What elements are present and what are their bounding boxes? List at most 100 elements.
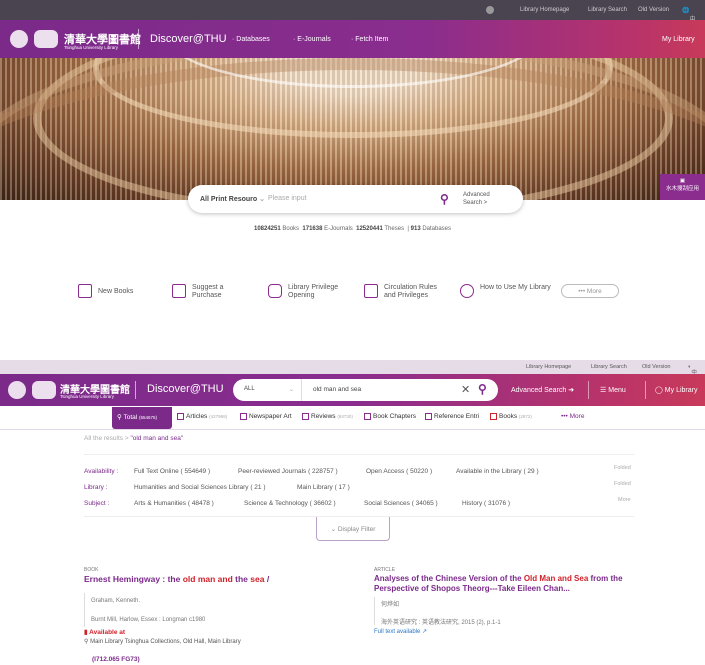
- tab-reviews[interactable]: Reviews (84730): [302, 413, 353, 420]
- advanced-search-button[interactable]: Advanced Search ➜: [511, 386, 574, 394]
- tab-articles[interactable]: Articles (427969): [177, 413, 227, 420]
- hero-search-input[interactable]: Please input: [268, 195, 307, 202]
- tab-newspaper[interactable]: Newspaper Art: [240, 413, 292, 420]
- library-building-icon: [34, 30, 58, 48]
- tabs-underline: [0, 429, 705, 430]
- collection-stats: 10824251 Books 171638 E-Journals 1252044…: [253, 226, 452, 232]
- checkbox-icon: [177, 413, 184, 420]
- external-link-icon: ↗: [422, 629, 428, 635]
- checkbox-icon: [425, 413, 432, 420]
- tab-total[interactable]: ⚲ Total (554675): [112, 407, 172, 429]
- checkbox-icon: [364, 413, 371, 420]
- strip-link-search[interactable]: Library Search: [591, 364, 627, 370]
- divider: [84, 454, 634, 455]
- result-side-line: [374, 597, 375, 625]
- hamburger-icon: ☰: [600, 387, 607, 394]
- result-author-2[interactable]: 何烨如: [381, 599, 399, 608]
- header-divider: [138, 29, 139, 49]
- facet-peer[interactable]: Peer-reviewed Journals ( 228757 ): [238, 468, 338, 475]
- clear-icon[interactable]: ✕: [461, 383, 470, 396]
- availability-status[interactable]: ▮ Available at: [84, 628, 125, 636]
- my-library-link[interactable]: My Library: [662, 36, 695, 43]
- facet-social[interactable]: Social Sciences ( 34065 ): [364, 500, 438, 507]
- avatar-icon: [486, 6, 494, 14]
- checkbox-icon: [240, 413, 247, 420]
- result-title-1[interactable]: Ernest Hemingway : the old man and the s…: [84, 574, 344, 584]
- facet-main-lib[interactable]: Main Library ( 17 ): [297, 484, 350, 491]
- tab-book-chapters[interactable]: Book Chapters: [364, 413, 416, 420]
- search-icon-2[interactable]: ⚲: [478, 382, 487, 396]
- header-divider-3: [588, 381, 589, 399]
- result-author-1[interactable]: Graham, Kenneth.: [91, 598, 140, 604]
- book-icon: ▮: [84, 629, 88, 636]
- facet-fulltext[interactable]: Full Text Online ( 554649 ): [134, 468, 210, 475]
- star-icon: [172, 284, 186, 298]
- results-search-input[interactable]: old man and sea: [313, 386, 361, 393]
- chevron-down-icon: ⌄: [259, 196, 266, 203]
- strip-link-homepage[interactable]: Library Homepage: [526, 364, 571, 370]
- top-strip-2: Library Homepage Library Search Old Vers…: [0, 360, 705, 384]
- top-link-search[interactable]: Library Search: [588, 7, 627, 13]
- main-header: 清華大學圖書館 Tsinghua University Library Disc…: [0, 20, 705, 58]
- chevron-down-icon-2: ⌄: [289, 387, 295, 393]
- menu-button[interactable]: ☰ Menu: [600, 386, 626, 394]
- breadcrumb: All the results > "old man and sea": [84, 435, 183, 442]
- chevron-down-icon-3: ⌄: [330, 526, 337, 533]
- facet-open-access[interactable]: Open Access ( 50220 ): [366, 468, 432, 475]
- scope-select[interactable]: All Print Resouro ⌄: [200, 195, 265, 203]
- my-library-button-2[interactable]: ◯ My Library: [655, 386, 697, 394]
- library-building-icon-2: [32, 381, 56, 399]
- fulltext-link[interactable]: Full text available ↗: [374, 628, 427, 635]
- checkbox-icon: [302, 413, 309, 420]
- tab-more[interactable]: ••• More: [561, 413, 584, 420]
- advanced-search-link[interactable]: Advanced Search >: [463, 191, 508, 207]
- arrow-icon: ➜: [568, 387, 575, 394]
- header-divider-4: [645, 381, 646, 399]
- strip-link-lang[interactable]: ◐ 中文: [688, 364, 697, 384]
- book-icon: [490, 413, 497, 420]
- search-divider: [301, 379, 302, 401]
- location-pin-icon: ⚲: [84, 639, 89, 645]
- books-icon: [364, 284, 378, 298]
- display-filter-button[interactable]: ⌄ Display Filter: [316, 517, 390, 541]
- result-title-2[interactable]: Analyses of the Chinese Version of the O…: [374, 574, 644, 594]
- user-icon: ◯: [655, 387, 663, 394]
- hero-search-box: All Print Resouro ⌄ Please input ⚲ Advan…: [188, 185, 523, 213]
- result-side-line: [84, 593, 85, 627]
- strip-link-old[interactable]: Old Version: [642, 364, 670, 370]
- nav-fetch-item[interactable]: · Fetch Item: [351, 36, 388, 43]
- facet-arts[interactable]: Arts & Humanities ( 48478 ): [134, 500, 214, 507]
- nav-databases[interactable]: · Databases: [232, 36, 270, 43]
- brand-title[interactable]: Discover@THU: [150, 33, 227, 45]
- facet-toggle-availability[interactable]: Folded: [614, 465, 631, 471]
- top-link-old[interactable]: Old Version: [638, 7, 669, 13]
- tab-books[interactable]: Books (2872): [490, 413, 532, 420]
- breadcrumb-query: "old man and sea": [130, 435, 184, 442]
- facet-history[interactable]: History ( 31076 ): [462, 500, 510, 507]
- quick-more-button[interactable]: ••• More: [561, 284, 619, 298]
- search-icon-tab: ⚲: [117, 414, 122, 421]
- nav-ejournals[interactable]: · E-Journals: [293, 36, 331, 43]
- tab-reference[interactable]: Reference Entri: [425, 413, 479, 420]
- result-type-article: ARTICLE: [374, 567, 396, 573]
- university-seal-icon-2: [8, 381, 26, 399]
- top-link-homepage[interactable]: Library Homepage: [520, 7, 569, 13]
- brand-title-2[interactable]: Discover@THU: [147, 383, 224, 395]
- search-icon[interactable]: ⚲: [440, 192, 449, 206]
- facet-science[interactable]: Science & Technology ( 36602 ): [244, 500, 336, 507]
- scope-select-2[interactable]: ALL ⌄: [244, 386, 294, 393]
- facet-available[interactable]: Available in the Library ( 29 ): [456, 468, 539, 475]
- result-location-1: ⚲ Main Library Tsinghua Collections, Old…: [84, 639, 241, 645]
- facet-toggle-library[interactable]: Folded: [614, 481, 631, 487]
- results-search-box: ALL ⌄ old man and sea ✕ ⚲: [233, 379, 498, 401]
- new-books-icon: [78, 284, 92, 298]
- result-type-book: BOOK: [84, 567, 99, 573]
- breadcrumb-root[interactable]: All the results >: [84, 435, 129, 442]
- result-source-2: 海外英语研究 : 英语教法研究, 2015 (2), p.1-1: [381, 620, 501, 626]
- top-link-lang[interactable]: 🌐 中文: [682, 7, 696, 32]
- side-app-tab[interactable]: ▣ 水木搜刮应用: [660, 174, 705, 200]
- result-callno-1: (I712.065 FG73): [92, 656, 140, 663]
- header-divider-2: [135, 381, 136, 399]
- facet-humanities-lib[interactable]: Humanities and Social Sciences Library (…: [134, 484, 266, 491]
- facet-toggle-subject[interactable]: More: [618, 497, 631, 503]
